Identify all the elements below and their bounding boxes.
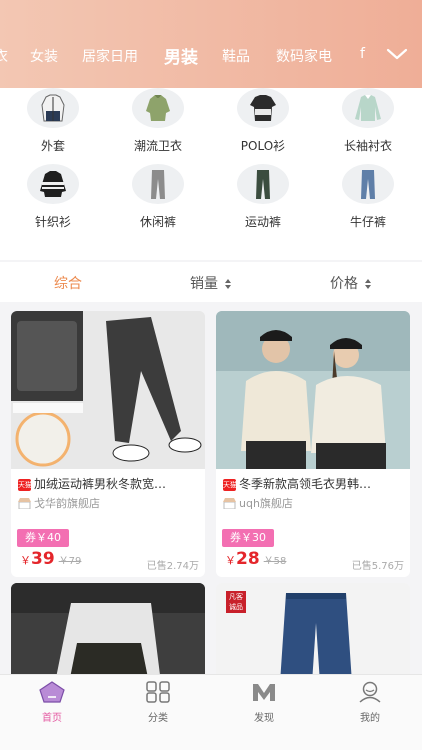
product-image: 凡客诚品 — [216, 583, 410, 683]
product-title-text: 冬季新款高领毛衣男韩… — [239, 477, 372, 491]
sort-arrows-icon — [365, 279, 372, 289]
nav-category-label: 分类 — [148, 713, 168, 724]
grid-icon — [146, 681, 170, 703]
coupon-badge[interactable]: 券￥30 — [222, 529, 274, 547]
sold-count: 已售5.76万 — [351, 561, 404, 572]
category-item-casual-pants[interactable]: 休闲裤 — [108, 164, 208, 234]
product-title-text: 加绒运动裤男秋冬款宽… — [34, 477, 167, 491]
nav-profile-label: 我的 — [360, 713, 380, 724]
price-symbol: ￥ — [20, 554, 31, 567]
casual-pants-image — [132, 164, 184, 204]
coupon-badge[interactable]: 券￥40 — [17, 529, 69, 547]
sort-price-label: 价格 — [330, 276, 358, 292]
category-label: 潮流卫衣 — [133, 139, 182, 153]
tab-shoes[interactable]: 鞋品 — [222, 46, 250, 66]
category-label: 休闲裤 — [139, 215, 176, 229]
product-image — [11, 583, 205, 683]
hoodie-image — [132, 88, 184, 128]
home-icon — [39, 681, 65, 703]
platform-badge: 天猫 — [223, 479, 237, 491]
sort-comprehensive[interactable]: 综合 — [54, 273, 82, 293]
original-price: ￥79 — [58, 556, 82, 567]
sold-count: 已售2.74万 — [146, 561, 199, 572]
user-icon — [359, 681, 381, 703]
category-label: 外套 — [40, 139, 65, 153]
long-sleeve-shirt-image — [342, 88, 394, 128]
product-title[interactable]: 天猫 冬季新款高领毛衣男韩… — [223, 475, 407, 492]
product-card[interactable] — [11, 583, 205, 683]
sort-sales-label: 销量 — [190, 276, 218, 292]
product-image — [11, 311, 205, 469]
nav-home-label: 首页 — [42, 713, 62, 724]
shop-name-text: 戈华韵旗舰店 — [34, 497, 100, 510]
jacket-image — [27, 88, 79, 128]
nav-category[interactable]: 分类 — [128, 681, 188, 724]
category-item-long-sleeve-shirt[interactable]: 长袖衬衣 — [318, 88, 418, 158]
nav-discover[interactable]: 发现 — [234, 681, 294, 724]
original-price: ￥58 — [263, 556, 287, 567]
nav-home[interactable]: 首页 — [22, 681, 82, 724]
nav-discover-label: 发现 — [254, 713, 274, 724]
shop-name-text: uqh旗舰店 — [239, 497, 293, 510]
category-item-sweatpants[interactable]: 运动裤 — [213, 164, 313, 234]
brand-logo: 凡客诚品 — [226, 591, 246, 613]
tab-home-goods[interactable]: 居家日用 — [82, 46, 138, 66]
shop-name[interactable]: 戈华韵旗舰店 — [18, 495, 100, 511]
category-item-jacket[interactable]: 外套 — [3, 88, 103, 158]
tab-mens[interactable]: 男装 — [164, 43, 198, 68]
price-row: ￥28 ￥58 — [225, 549, 286, 569]
category-label: 牛仔裤 — [349, 215, 386, 229]
category-grid: 外套 潮流卫衣 POLO衫 长袖衬衣 针织衫 休闲裤 运动裤 牛仔裤 — [0, 88, 422, 260]
tab-partial-right[interactable]: f — [360, 46, 365, 62]
jeans-image — [342, 164, 394, 204]
category-tabs: 衣 女装 居家日用 男装 鞋品 数码家电 f — [0, 40, 380, 74]
product-card[interactable]: 天猫 加绒运动裤男秋冬款宽… 戈华韵旗舰店 券￥40 ￥39 ￥79 已售2.74万 — [11, 311, 205, 577]
chevron-down-icon[interactable] — [386, 46, 408, 66]
product-card[interactable]: 天猫 冬季新款高领毛衣男韩… uqh旗舰店 券￥30 ￥28 ￥58 已售5.76万 — [216, 311, 410, 577]
category-item-jeans[interactable]: 牛仔裤 — [318, 164, 418, 234]
price-symbol: ￥ — [225, 554, 236, 567]
shop-name[interactable]: uqh旗舰店 — [223, 495, 293, 511]
tab-partial-left[interactable]: 衣 — [0, 46, 8, 66]
price-row: ￥39 ￥79 — [20, 549, 81, 569]
category-label: 针织衫 — [34, 215, 71, 229]
nav-profile[interactable]: 我的 — [340, 681, 400, 724]
category-label: 长袖衬衣 — [343, 139, 392, 153]
category-item-polo[interactable]: POLO衫 — [213, 88, 313, 158]
tab-womens[interactable]: 女装 — [30, 46, 58, 66]
sort-sales[interactable]: 销量 — [190, 273, 232, 293]
polo-shirt-image — [237, 88, 289, 128]
price-value: 28 — [236, 549, 260, 569]
sort-bar: 综合 销量 价格 — [0, 262, 422, 302]
price-value: 39 — [31, 549, 55, 569]
category-label: POLO衫 — [240, 139, 286, 153]
product-card[interactable]: 凡客诚品 — [216, 583, 410, 683]
platform-badge: 天猫 — [18, 479, 32, 491]
knit-sweater-image — [27, 164, 79, 204]
bottom-nav: 首页 分类 发现 我的 — [0, 674, 422, 750]
category-item-knitwear[interactable]: 针织衫 — [3, 164, 103, 234]
top-header: 衣 女装 居家日用 男装 鞋品 数码家电 f — [0, 0, 422, 88]
shop-icon — [18, 498, 31, 509]
tab-digital-appliances[interactable]: 数码家电 — [276, 46, 332, 66]
sweatpants-image — [237, 164, 289, 204]
product-image — [216, 311, 410, 469]
category-label: 运动裤 — [244, 215, 281, 229]
category-item-hoodie[interactable]: 潮流卫衣 — [108, 88, 208, 158]
sort-price[interactable]: 价格 — [330, 273, 372, 293]
shop-icon — [223, 498, 236, 509]
sort-arrows-icon — [225, 279, 232, 289]
product-title[interactable]: 天猫 加绒运动裤男秋冬款宽… — [18, 475, 202, 492]
discover-icon — [253, 684, 275, 701]
